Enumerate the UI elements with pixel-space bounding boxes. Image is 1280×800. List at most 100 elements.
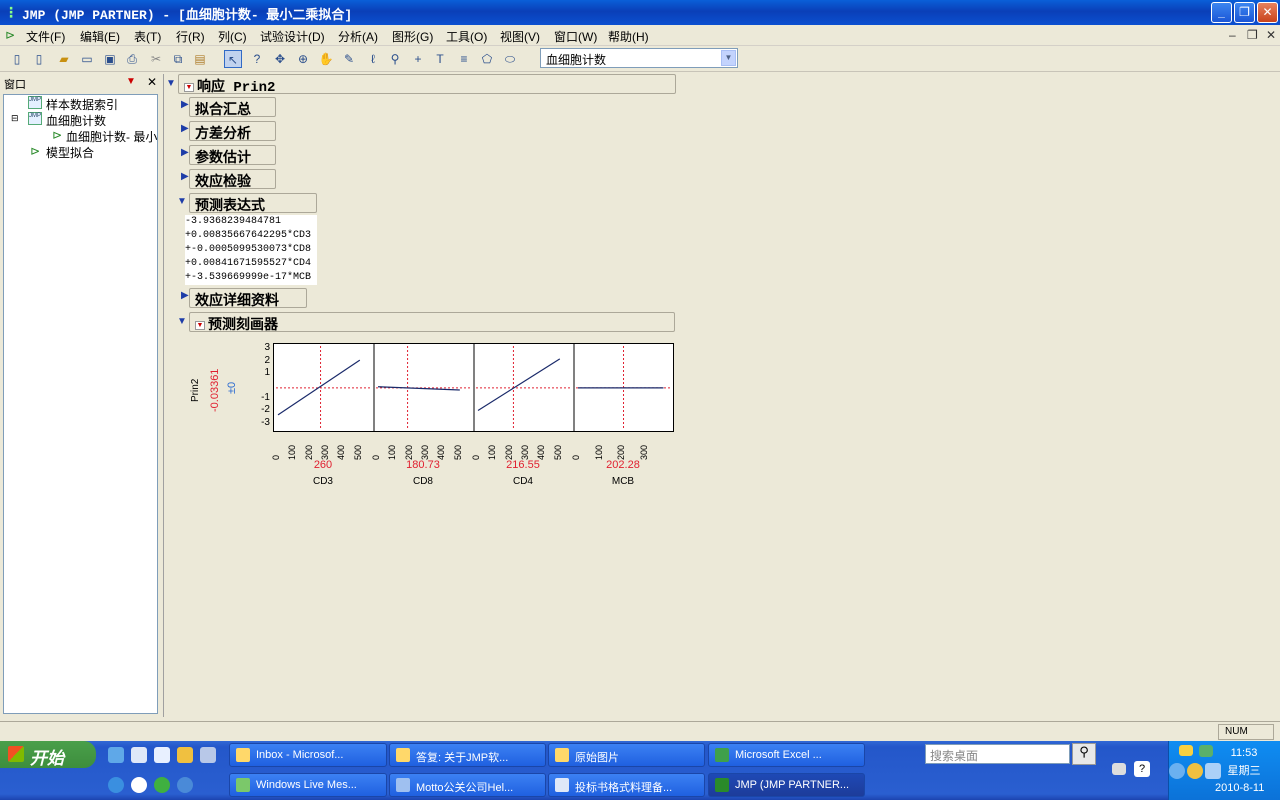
- annotate-tool-icon[interactable]: T: [431, 50, 449, 68]
- quicklaunch-ie2-icon[interactable]: [108, 777, 124, 793]
- red-triangle-menu-icon[interactable]: ▼: [195, 321, 205, 330]
- chevron-down-icon[interactable]: ▼: [721, 50, 736, 66]
- lasso-tool-icon[interactable]: ℓ: [364, 50, 382, 68]
- menu-window[interactable]: 窗口(W): [554, 28, 597, 45]
- quicklaunch-ie-icon[interactable]: [131, 747, 147, 763]
- task-inbox[interactable]: Inbox - Microsof...: [229, 743, 387, 767]
- disclosure-closed-icon[interactable]: ▶: [181, 123, 189, 134]
- zoom-tool-icon[interactable]: ⚲: [386, 50, 404, 68]
- print-icon[interactable]: ⎙: [123, 50, 141, 68]
- profiler-svg[interactable]: [274, 344, 673, 431]
- effect-tests-header[interactable]: 效应检验: [189, 169, 276, 189]
- fit-summary-header[interactable]: 拟合汇总: [189, 97, 276, 117]
- quicklaunch-app-icon[interactable]: [177, 777, 193, 793]
- brush-tool-icon[interactable]: ✎: [340, 50, 358, 68]
- mdi-close-icon[interactable]: ✕: [1266, 28, 1276, 42]
- disclosure-open-icon[interactable]: ▼: [166, 78, 176, 89]
- minimize-button[interactable]: _: [1211, 2, 1232, 23]
- desktop-search-input[interactable]: 搜索桌面: [925, 744, 1070, 764]
- menu-rows[interactable]: 行(R): [176, 28, 205, 45]
- profiler-header[interactable]: ▼ 预测刻画器: [189, 312, 675, 332]
- help-tool-icon[interactable]: ?: [248, 50, 266, 68]
- disclosure-closed-icon[interactable]: ▶: [181, 147, 189, 158]
- disclosure-open-icon[interactable]: ▼: [177, 316, 187, 327]
- task-reply[interactable]: 答复: 关于JMP软...: [389, 743, 546, 767]
- pane-menu-icon[interactable]: ▼: [126, 76, 136, 87]
- mail-notify-icon[interactable]: [1179, 745, 1193, 756]
- parameter-estimates-header[interactable]: 参数估计: [189, 145, 276, 165]
- save-icon[interactable]: ▣: [101, 50, 119, 68]
- menu-graph[interactable]: 图形(G): [392, 28, 433, 45]
- pane-close-icon[interactable]: ✕: [147, 75, 157, 89]
- quicklaunch-outlook-icon[interactable]: [177, 747, 193, 763]
- new-script-icon[interactable]: ▯: [30, 50, 48, 68]
- prediction-expression-header[interactable]: 预测表达式: [189, 193, 317, 213]
- quicklaunch-globe-icon[interactable]: [154, 777, 170, 793]
- menu-file[interactable]: 文件(F): [26, 28, 65, 45]
- selection-tool-icon[interactable]: ✥: [271, 50, 289, 68]
- disclosure-closed-icon[interactable]: ▶: [181, 99, 189, 110]
- arrow-tool-icon[interactable]: ↖: [224, 50, 242, 68]
- crosshair-tool-icon[interactable]: ⊕: [294, 50, 312, 68]
- task-word[interactable]: 投标书格式料理备...: [548, 773, 705, 797]
- users-tray-icon[interactable]: [1199, 745, 1213, 757]
- grabber-tool-icon[interactable]: ✋: [317, 50, 335, 68]
- menu-cols[interactable]: 列(C): [218, 28, 247, 45]
- menu-doe[interactable]: 试验设计(D): [260, 28, 325, 45]
- quicklaunch-doc-icon[interactable]: [200, 747, 216, 763]
- polygon-tool-icon[interactable]: ⬠: [478, 50, 496, 68]
- close-button[interactable]: ✕: [1257, 2, 1278, 23]
- open-icon[interactable]: ▰: [55, 50, 73, 68]
- tree-collapse-icon[interactable]: ⊟: [11, 113, 19, 124]
- import-icon[interactable]: ▭: [78, 50, 96, 68]
- network-icon[interactable]: [1205, 763, 1221, 779]
- red-triangle-menu-icon[interactable]: ▼: [184, 83, 194, 92]
- clock[interactable]: 11:53 星期三: [1224, 745, 1264, 779]
- quicklaunch-users-icon[interactable]: [108, 747, 124, 763]
- restore-button[interactable]: ❐: [1234, 2, 1255, 23]
- mdi-minimize-icon[interactable]: –: [1229, 28, 1236, 42]
- help-icon[interactable]: ?: [1134, 761, 1150, 777]
- menu-analyze[interactable]: 分析(A): [338, 28, 378, 45]
- task-folder[interactable]: 原始图片: [548, 743, 705, 767]
- tray-expand-icon[interactable]: [1169, 763, 1185, 779]
- quicklaunch-media-icon[interactable]: [154, 747, 170, 763]
- disclosure-closed-icon[interactable]: ▶: [181, 290, 189, 301]
- line-tool-icon[interactable]: ≡: [455, 50, 473, 68]
- new-table-icon[interactable]: ▯: [8, 50, 26, 68]
- factor-current-value[interactable]: 260: [293, 459, 353, 471]
- oval-tool-icon[interactable]: ⬭: [501, 50, 519, 68]
- cut-icon[interactable]: ✂: [147, 50, 165, 68]
- factor-current-value[interactable]: 180.73: [393, 459, 453, 471]
- tray-app-icon[interactable]: [1187, 763, 1203, 779]
- copy-icon[interactable]: ⧉: [169, 50, 187, 68]
- factor-current-value[interactable]: 216.55: [493, 459, 553, 471]
- menu-edit[interactable]: 编辑(E): [80, 28, 120, 45]
- task-messenger[interactable]: Windows Live Mes...: [229, 773, 387, 797]
- disclosure-closed-icon[interactable]: ▶: [181, 171, 189, 182]
- profiler-plot[interactable]: [273, 343, 674, 432]
- tree-item-blood-count[interactable]: 血细胞计数: [46, 112, 106, 129]
- menu-view[interactable]: 视图(V): [500, 28, 540, 45]
- tree-item-model-fit[interactable]: 模型拟合: [46, 144, 94, 161]
- start-button[interactable]: 开始: [0, 741, 96, 768]
- effect-details-header[interactable]: 效应详细资料: [189, 288, 307, 308]
- disclosure-open-icon[interactable]: ▼: [177, 196, 187, 207]
- response-outline-header[interactable]: ▼ 响应 Prin2: [178, 74, 676, 96]
- keyboard-icon[interactable]: [1112, 763, 1126, 775]
- menu-tools[interactable]: 工具(O): [446, 28, 487, 45]
- task-excel[interactable]: Microsoft Excel ...: [708, 743, 865, 767]
- paste-icon[interactable]: ▤: [191, 50, 209, 68]
- menu-help[interactable]: 帮助(H): [608, 28, 649, 45]
- crosshairs-icon[interactable]: +: [409, 50, 427, 68]
- search-icon[interactable]: ⚲: [1072, 743, 1096, 765]
- factor-current-value[interactable]: 202.28: [593, 459, 653, 471]
- table-select[interactable]: 血细胞计数 ▼: [540, 48, 738, 68]
- tree-item-sample-index[interactable]: 样本数据索引: [46, 96, 118, 113]
- tree-item-blood-count-fit[interactable]: 血细胞计数- 最小: [66, 128, 158, 145]
- task-jmp[interactable]: JMP (JMP PARTNER...: [708, 773, 865, 797]
- mdi-restore-icon[interactable]: ❐: [1247, 28, 1258, 42]
- menu-table[interactable]: 表(T): [134, 28, 161, 45]
- anova-header[interactable]: 方差分析: [189, 121, 276, 141]
- quicklaunch-qq-icon[interactable]: [131, 777, 147, 793]
